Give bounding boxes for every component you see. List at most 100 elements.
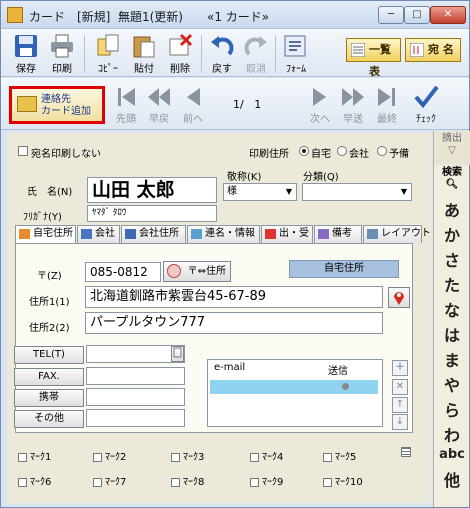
mark-6[interactable]: ﾏｰｸ6 [18,473,51,488]
print-home-radio[interactable] [299,146,309,156]
form-button[interactable]: ﾌｫｰﾑ [279,31,313,75]
index-sa[interactable]: さ [434,247,470,271]
print-spare-radio[interactable] [377,146,387,156]
first-button[interactable]: 先頭 [109,84,143,128]
mark-1-checkbox[interactable] [18,452,27,462]
mark-8-checkbox[interactable] [171,477,180,487]
check-button[interactable]: ﾁｪｯｸ [409,84,443,128]
tab-joint-info[interactable]: 連名・情報 [187,225,260,243]
mark-3-checkbox[interactable] [171,452,180,462]
redo-button[interactable]: 取消 [239,31,273,75]
tab-home-address[interactable]: 自宅住所 [15,225,76,244]
address2-input[interactable]: パープルタウン777 [85,312,383,334]
no-print-checkbox[interactable] [18,146,28,156]
honorific-select[interactable]: 様 ▼ [223,183,297,201]
index-a[interactable]: あ [434,197,470,221]
extract-button[interactable]: 摘出 ▽ [434,131,470,165]
save-button[interactable]: 保存 [9,31,43,75]
mobile-input[interactable] [86,388,185,406]
previous-button[interactable]: 前へ [176,84,210,128]
move-up-button[interactable]: ↑ [392,397,408,413]
mark-5-checkbox[interactable] [323,452,332,462]
move-down-button[interactable]: ↓ [392,414,408,430]
mark-3[interactable]: ﾏｰｸ3 [171,448,204,463]
address1-input[interactable]: 北海道釧路市紫雲台45-67-89 [85,286,383,308]
fax-button[interactable]: FAX. [14,368,84,386]
index-ra[interactable]: ら [434,397,470,421]
tab-layout[interactable]: レイアウト [363,225,431,243]
tab-company[interactable]: 会社 [77,225,120,243]
mark-2[interactable]: ﾏｰｸ2 [93,448,126,463]
next-button[interactable]: 次へ [303,84,337,128]
previous-icon [187,88,200,106]
mark-6-checkbox[interactable] [18,477,27,487]
index-ha[interactable]: は [434,322,470,346]
filter-icon: ▽ [448,145,456,156]
last-button[interactable]: 最終 [370,84,404,128]
maximize-button[interactable]: □ [404,6,430,24]
minimize-button[interactable]: ─ [378,6,404,24]
index-wa[interactable]: わ [434,422,470,446]
index-ya[interactable]: や [434,372,470,396]
print-company-radio[interactable] [337,146,347,156]
name-input[interactable]: 山田 太郎 [87,177,217,203]
other-phone-input[interactable] [86,409,185,427]
index-ta[interactable]: た [434,272,470,296]
address-label: 宛 名 [428,43,454,56]
mark-9-label: ﾏｰｸ9 [262,477,284,488]
building-icon [81,229,92,239]
save-label: 保存 [16,64,36,75]
app-icon [7,7,23,23]
zip-address-convert-button[interactable]: 〒⇔住所 [163,261,231,282]
mark-8[interactable]: ﾏｰｸ8 [171,473,204,488]
tab-notes[interactable]: 備考 [314,225,362,243]
mark-4[interactable]: ﾏｰｸ4 [250,448,283,463]
phone-dial-button[interactable] [171,346,184,362]
delete-email-button[interactable]: ✕ [392,379,408,395]
index-other[interactable]: 他 [434,467,470,491]
undo-button[interactable]: 戻す [205,31,239,75]
index-ka[interactable]: か [434,222,470,246]
mobile-button[interactable]: 携帯 [14,389,84,407]
furigana-input[interactable]: ﾔﾏﾀﾞ ﾀﾛｳ [87,205,217,222]
mark-9-checkbox[interactable] [250,477,259,487]
mark-10[interactable]: ﾏｰｸ10 [323,473,363,488]
print-button[interactable]: 印刷 [45,31,79,75]
list-view-button[interactable]: 一覧表 [346,38,401,78]
index-abc[interactable]: abc [434,447,470,462]
mark-2-checkbox[interactable] [93,452,102,462]
mark-7[interactable]: ﾏｰｸ7 [93,473,126,488]
mark-9[interactable]: ﾏｰｸ9 [250,473,283,488]
map-pin-button[interactable] [388,287,410,308]
copy-button[interactable]: ｺﾋﾟｰ [91,31,125,75]
fast-back-button[interactable]: 早戻 [142,84,176,128]
tab-company-address-label: 会社住所 [139,228,179,239]
mark-4-checkbox[interactable] [250,452,259,462]
mark-7-checkbox[interactable] [93,477,102,487]
fast-forward-button[interactable]: 早送 [336,84,370,128]
zip-input[interactable]: 085-0812 [85,262,161,282]
tel-button[interactable]: TEL(T) [14,346,84,364]
add-contact-card-button[interactable]: 連絡先 カード追加 [9,86,105,124]
email-row-selected[interactable] [210,380,378,394]
add-email-button[interactable]: ＋ [392,360,408,376]
mark-1[interactable]: ﾏｰｸ1 [18,448,51,463]
address-view-button[interactable]: 宛 名 [405,38,461,62]
mark-settings-icon[interactable] [401,447,411,457]
search-button[interactable]: 検索 🔍︎ [434,165,470,193]
next-label: 次へ [310,114,330,125]
tab-send-receive[interactable]: 出・受 [261,225,313,243]
fax-input[interactable] [86,367,185,385]
category-select[interactable]: ▼ [302,183,412,201]
other-phone-button[interactable]: その他 [14,410,84,428]
index-ma[interactable]: ま [434,347,470,371]
copy-label: ｺﾋﾟｰ [98,64,118,75]
close-button[interactable]: ✕ [430,6,466,24]
delete-button[interactable]: 削除 [163,31,197,75]
mark-10-checkbox[interactable] [323,477,332,487]
index-na[interactable]: な [434,297,470,321]
mark-5[interactable]: ﾏｰｸ5 [323,448,356,463]
paste-button[interactable]: 貼付 [127,31,161,75]
tab-company-address[interactable]: 会社住所 [121,225,186,243]
save-icon [15,35,37,57]
